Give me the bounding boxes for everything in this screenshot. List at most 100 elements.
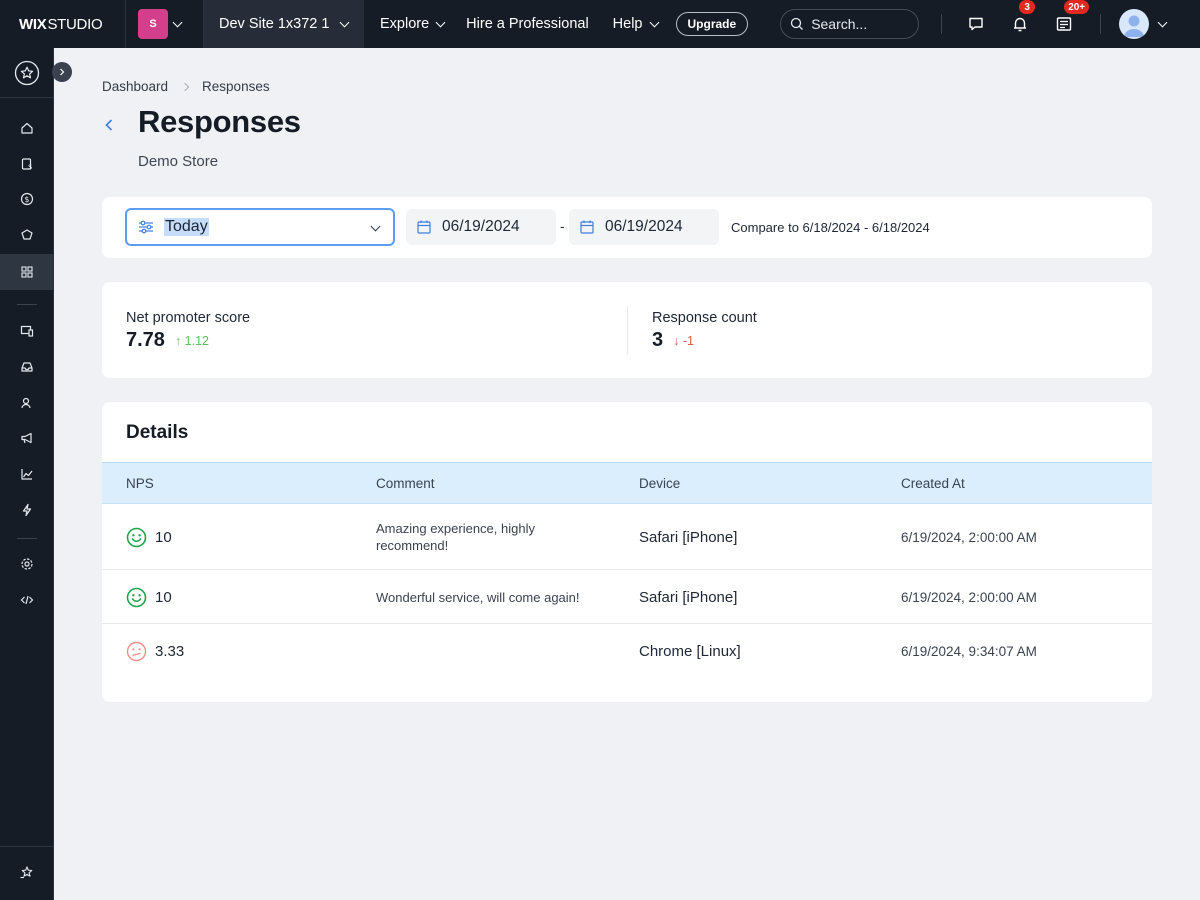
date-separator: -	[560, 218, 565, 234]
chevron-down-icon	[649, 17, 659, 27]
device-cell: Safari [iPhone]	[639, 529, 738, 546]
breadcrumb-current: Responses	[202, 79, 270, 94]
chevron-left-icon	[105, 119, 113, 131]
column-header-created-at[interactable]: Created At	[901, 476, 965, 491]
page-subtitle: Demo Store	[138, 153, 219, 170]
details-card: Details NPS Comment Device Created At 10…	[102, 402, 1152, 702]
column-header-nps[interactable]: NPS	[126, 476, 154, 491]
filter-sliders-icon	[139, 220, 153, 234]
nps-value: 7.78	[126, 329, 165, 351]
chevron-down-icon	[1157, 17, 1168, 27]
logo-bold-text: WIX	[19, 15, 47, 33]
analytics-icon[interactable]	[17, 464, 37, 484]
arrow-down-icon: ↓	[673, 333, 680, 348]
metrics-divider	[627, 306, 628, 354]
sidebar-divider	[0, 846, 53, 847]
site-avatar: S	[138, 9, 168, 39]
sales-icon[interactable]: $	[17, 154, 37, 174]
response-count-value: 3	[652, 329, 664, 351]
catalog-icon[interactable]	[17, 225, 37, 245]
happy-face-icon	[126, 527, 147, 548]
end-date-value: 06/19/2024	[605, 218, 683, 235]
logo-text: STUDIO	[47, 15, 103, 33]
contacts-icon[interactable]	[17, 393, 37, 413]
response-count-label: Response count	[652, 310, 757, 326]
svg-text:$: $	[28, 163, 32, 171]
created-at-cell: 6/19/2024, 2:00:00 AM	[901, 590, 1037, 605]
chevron-down-icon	[172, 17, 183, 27]
table-row[interactable]: 3.33 Chrome [Linux] 6/19/2024, 9:34:07 A…	[102, 624, 1152, 678]
nps-delta-value: 1.12	[184, 333, 210, 348]
wix-studio-logo[interactable]: WIX STUDIO	[0, 0, 126, 48]
nps-cell: 3.33	[126, 641, 184, 662]
comment-cell: Amazing experience, highly recommend!	[376, 521, 535, 553]
chevron-down-icon	[435, 17, 446, 27]
updates-badge: 20+	[1063, 0, 1091, 15]
notifications-badge: 3	[1018, 0, 1037, 15]
topbar-divider	[1100, 14, 1102, 34]
device-cell: Chrome [Linux]	[639, 643, 741, 660]
sidebar: $ $	[0, 48, 54, 900]
nav-help[interactable]: Help	[613, 0, 659, 48]
code-icon[interactable]	[17, 590, 37, 610]
unhappy-face-icon	[126, 641, 147, 662]
nav-hire-professional[interactable]: Hire a Professional	[466, 0, 589, 48]
back-button[interactable]	[100, 116, 118, 134]
sidebar-divider	[17, 538, 37, 539]
date-range-select[interactable]: Today	[125, 208, 395, 246]
site-switcher[interactable]: S	[126, 0, 204, 48]
notifications-bell-icon[interactable]: 3	[1010, 0, 1037, 34]
end-date-picker[interactable]: 06/19/2024	[569, 209, 719, 245]
column-header-device[interactable]: Device	[639, 476, 680, 491]
nps-value: 10	[155, 589, 172, 606]
site-name: Dev Site 1x372 1	[219, 16, 330, 32]
nps-delta: ↑ 1.12	[175, 334, 209, 348]
marketing-icon[interactable]	[17, 428, 37, 448]
user-menu[interactable]	[1119, 9, 1168, 39]
column-header-comment[interactable]: Comment	[376, 476, 435, 491]
start-date-picker[interactable]: 06/19/2024	[406, 209, 556, 245]
breadcrumb: Dashboard Responses	[102, 79, 270, 94]
nav-explore[interactable]: Explore	[380, 0, 446, 48]
chat-icon[interactable]	[966, 14, 986, 34]
payments-icon[interactable]: $	[17, 189, 37, 209]
devices-icon[interactable]	[17, 321, 37, 341]
star-icon[interactable]	[14, 60, 40, 86]
start-date-value: 06/19/2024	[442, 218, 520, 235]
filter-card: Today 06/19/2024 - 06/19/2024 Compare to…	[102, 197, 1152, 258]
automations-icon[interactable]	[17, 500, 37, 520]
topbar-divider	[941, 14, 943, 34]
table-row[interactable]: 10 Wonderful service, will come again! S…	[102, 570, 1152, 624]
apps-icon[interactable]	[17, 262, 37, 282]
chevron-down-icon	[370, 221, 381, 232]
updates-icon[interactable]: 20+	[1054, 0, 1091, 34]
device-cell: Safari [iPhone]	[639, 589, 738, 606]
sidebar-expand-button[interactable]	[52, 62, 72, 82]
avatar	[1119, 9, 1150, 39]
created-at-cell: 6/19/2024, 2:00:00 AM	[901, 530, 1037, 545]
nav-hire-label: Hire a Professional	[466, 16, 589, 32]
home-icon[interactable]	[17, 118, 37, 138]
nav-explore-label: Explore	[380, 16, 430, 32]
created-at-cell: 6/19/2024, 9:34:07 AM	[901, 644, 1037, 659]
page-title: Responses	[138, 104, 301, 139]
compare-period-text: Compare to 6/18/2024 - 6/18/2024	[731, 220, 930, 235]
gear-icon[interactable]	[17, 554, 37, 574]
nps-value: 3.33	[155, 643, 185, 660]
table-header: NPS Comment Device Created At	[102, 462, 1152, 504]
nps-value: 10	[155, 529, 172, 546]
upgrade-button[interactable]: Upgrade	[675, 12, 749, 36]
pin-sidebar-icon[interactable]	[17, 863, 37, 883]
top-bar: WIX STUDIO S Dev Site 1x372 1 Explore Hir…	[0, 0, 1200, 48]
site-name-dropdown[interactable]: Dev Site 1x372 1	[204, 0, 364, 48]
nps-cell: 10	[126, 527, 172, 548]
comment-cell: Wonderful service, will come again!	[376, 590, 580, 605]
metrics-card: Net promoter score 7.78 ↑ 1.12 Response …	[102, 282, 1152, 378]
breadcrumb-dashboard[interactable]: Dashboard	[102, 79, 168, 94]
search-input[interactable]: Search...	[780, 9, 920, 39]
calendar-icon	[580, 220, 594, 234]
response-count-metric: Response count 3 ↓ -1	[652, 310, 757, 352]
inbox-icon[interactable]	[17, 357, 37, 377]
table-row[interactable]: 10 Amazing experience, highly recommend!…	[102, 504, 1152, 570]
happy-face-icon	[126, 587, 147, 608]
